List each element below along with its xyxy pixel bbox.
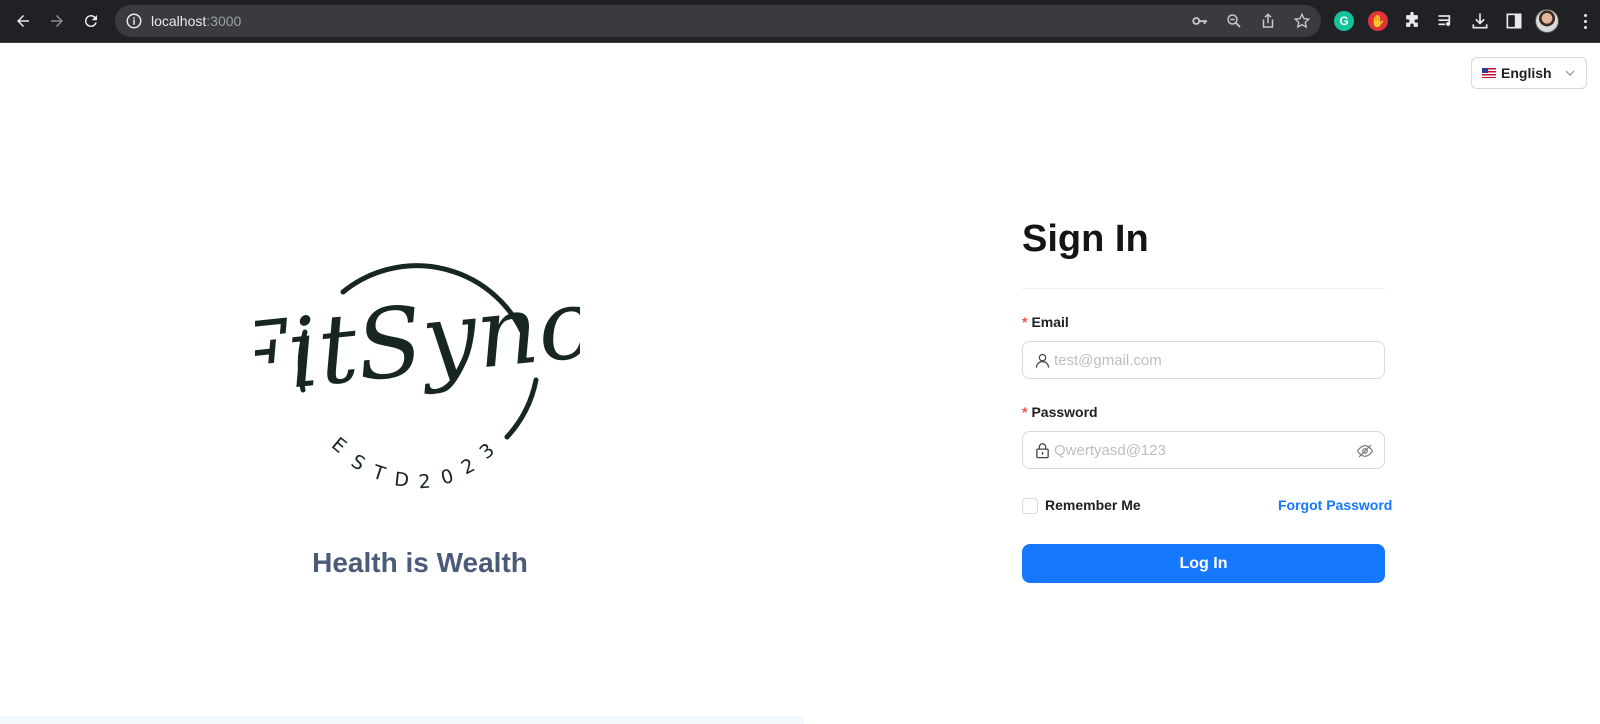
- password-label: * Password: [1022, 404, 1098, 420]
- hand-icon[interactable]: ✋: [1367, 10, 1389, 32]
- menu-icon[interactable]: [1574, 10, 1596, 32]
- language-label: English: [1501, 65, 1552, 81]
- info-icon[interactable]: [125, 12, 143, 30]
- email-field[interactable]: test@gmail.com: [1022, 341, 1385, 379]
- logo-letter: T: [369, 461, 388, 486]
- lock-icon: [1036, 443, 1049, 459]
- forgot-password-link[interactable]: Forgot Password: [1278, 497, 1392, 513]
- eye-invisible-icon[interactable]: [1356, 442, 1374, 460]
- divider: [1022, 288, 1385, 289]
- reload-icon[interactable]: [78, 8, 104, 34]
- login-button[interactable]: Log In: [1022, 544, 1385, 583]
- logo-letter: 0: [439, 465, 457, 489]
- key-icon[interactable]: [1191, 12, 1209, 30]
- grammarly-icon[interactable]: G: [1333, 10, 1355, 32]
- star-icon[interactable]: [1293, 12, 1311, 30]
- logo-letter: 3: [475, 439, 498, 464]
- chevron-down-icon: [1565, 70, 1575, 76]
- avatar[interactable]: [1535, 9, 1559, 33]
- url-text: localhost:3000: [151, 13, 242, 29]
- back-icon[interactable]: [10, 8, 36, 34]
- fitsync-logo: FitSync E S T D 2 0 2 3: [255, 263, 580, 494]
- page-title: Sign In: [1022, 218, 1149, 260]
- user-icon: [1035, 353, 1050, 368]
- download-icon[interactable]: [1469, 10, 1491, 32]
- password-placeholder: Qwertyasd@123: [1054, 442, 1166, 459]
- bottom-strip: [0, 716, 804, 724]
- logo-letter: D: [393, 468, 410, 491]
- remember-label[interactable]: Remember Me: [1045, 497, 1141, 513]
- language-select[interactable]: English: [1471, 57, 1587, 89]
- puzzle-icon[interactable]: [1401, 10, 1423, 32]
- logo-letter: 2: [418, 471, 432, 494]
- us-flag-icon: [1482, 68, 1496, 78]
- media-icon[interactable]: [1435, 10, 1457, 32]
- share-icon[interactable]: [1259, 12, 1277, 30]
- email-placeholder: test@gmail.com: [1054, 352, 1162, 369]
- forward-icon[interactable]: [44, 8, 70, 34]
- tagline: Health is Wealth: [312, 547, 528, 578]
- address-bar[interactable]: localhost:3000: [115, 5, 1321, 37]
- email-label: * Email: [1022, 314, 1069, 330]
- zoom-icon[interactable]: [1225, 12, 1243, 30]
- logo-letter: E: [327, 433, 350, 458]
- remember-checkbox[interactable]: [1022, 498, 1038, 514]
- browser-toolbar: localhost:3000 G ✋: [0, 0, 1600, 43]
- sidepanel-icon[interactable]: [1503, 10, 1525, 32]
- logo-letter: 2: [458, 454, 479, 479]
- logo-letter: S: [347, 450, 368, 475]
- password-field[interactable]: Qwertyasd@123: [1022, 431, 1385, 469]
